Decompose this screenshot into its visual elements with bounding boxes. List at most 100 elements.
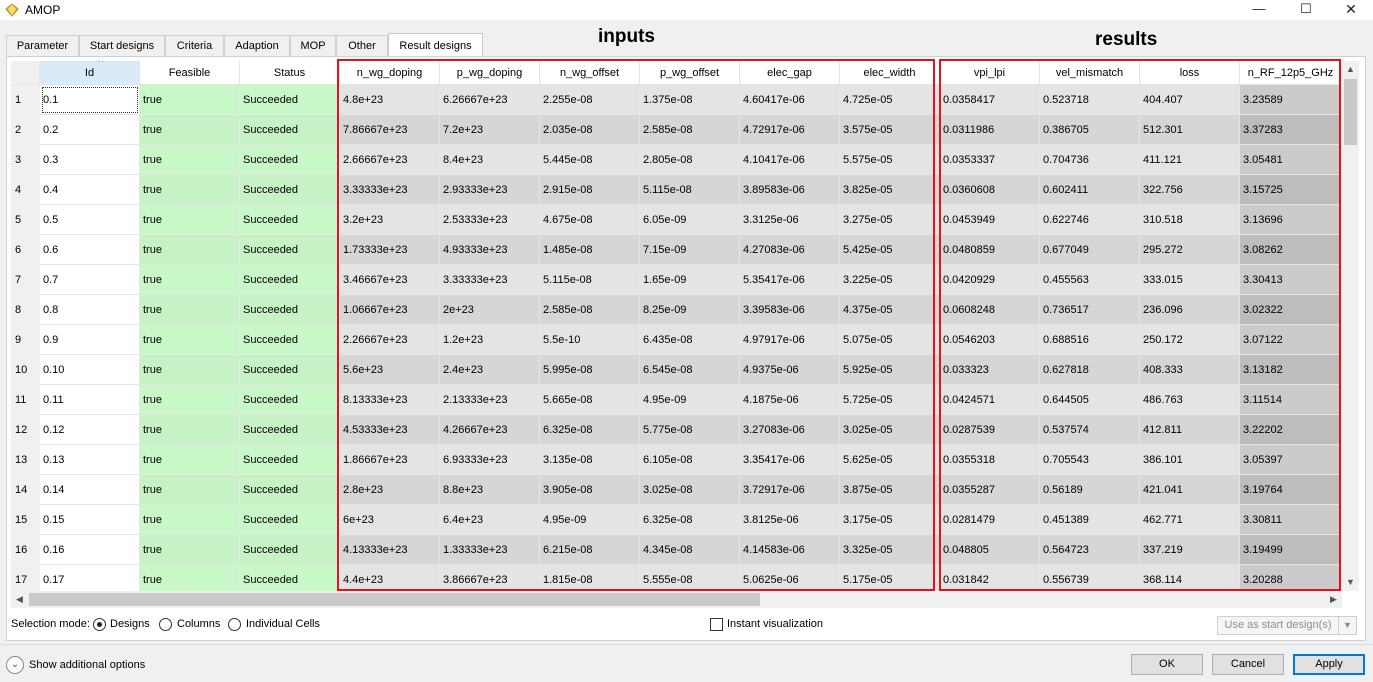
table-cell[interactable]: 0.8: [40, 295, 140, 325]
table-cell[interactable]: 4.345e-08: [640, 535, 740, 565]
table-row[interactable]: 11 0.11 true Succeeded 8.13333e+23 2.13333e+2…: [11, 385, 1342, 415]
table-cell[interactable]: 0.602411: [1040, 175, 1140, 205]
radio-designs[interactable]: [93, 618, 106, 631]
row-number[interactable]: 10: [11, 355, 40, 385]
row-number[interactable]: 2: [11, 115, 40, 145]
tab-result-designs[interactable]: Result designs: [388, 33, 483, 57]
table-cell[interactable]: 3.225e-05: [840, 265, 940, 295]
table-row[interactable]: 3 0.3 true Succeeded 2.66667e+23 8.4e+23 5.445…: [11, 145, 1342, 175]
table-cell[interactable]: true: [140, 115, 240, 145]
table-cell[interactable]: true: [140, 235, 240, 265]
table-cell[interactable]: 5.425e-05: [840, 235, 940, 265]
table-cell[interactable]: 411.121: [1140, 145, 1240, 175]
scroll-up-icon[interactable]: ▲: [1342, 61, 1359, 78]
table-cell[interactable]: 1.375e-08: [640, 85, 740, 115]
show-additional-options-label[interactable]: Show additional options: [29, 659, 145, 671]
table-cell[interactable]: 368.114: [1140, 565, 1240, 591]
row-number[interactable]: 9: [11, 325, 40, 355]
table-cell[interactable]: Succeeded: [240, 475, 340, 505]
radio-individual-cells-label[interactable]: Individual Cells: [246, 618, 320, 631]
table-cell[interactable]: 3.15725: [1240, 175, 1342, 205]
table-cell[interactable]: 2.4e+23: [440, 355, 540, 385]
table-row[interactable]: 1 0.1 true Succeeded 4.8e+23 6.26667e+23 2.255…: [11, 85, 1342, 115]
table-cell[interactable]: 3.025e-08: [640, 475, 740, 505]
row-number[interactable]: 14: [11, 475, 40, 505]
table-cell[interactable]: 412.811: [1140, 415, 1240, 445]
table-cell[interactable]: 5.075e-05: [840, 325, 940, 355]
table-cell[interactable]: Succeeded: [240, 115, 340, 145]
table-cell[interactable]: 0.3: [40, 145, 140, 175]
table-cell[interactable]: 3.19764: [1240, 475, 1342, 505]
instant-visualization-checkbox[interactable]: [710, 618, 723, 631]
use-as-start-design-button[interactable]: Use as start design(s): [1217, 616, 1339, 635]
table-cell[interactable]: 5.925e-05: [840, 355, 940, 385]
table-cell[interactable]: 3.575e-05: [840, 115, 940, 145]
table-cell[interactable]: 3.39583e-06: [740, 295, 840, 325]
table-row[interactable]: 15 0.15 true Succeeded 6e+23 6.4e+23 4.95e-09 6…: [11, 505, 1342, 535]
table-cell[interactable]: 7.2e+23: [440, 115, 540, 145]
table-cell[interactable]: 0.11: [40, 385, 140, 415]
table-row[interactable]: 16 0.16 true Succeeded 4.13333e+23 1.33333e+2…: [11, 535, 1342, 565]
table-cell[interactable]: 5.995e-08: [540, 355, 640, 385]
table-cell[interactable]: 2.13333e+23: [440, 385, 540, 415]
table-cell[interactable]: 2.915e-08: [540, 175, 640, 205]
row-number[interactable]: 4: [11, 175, 40, 205]
table-cell[interactable]: 6.93333e+23: [440, 445, 540, 475]
vertical-scrollbar[interactable]: ▲ ▼: [1342, 61, 1359, 591]
table-cell[interactable]: 0.16: [40, 535, 140, 565]
table-cell[interactable]: 3.08262: [1240, 235, 1342, 265]
minimize-button[interactable]: —: [1236, 0, 1282, 20]
table-row[interactable]: 7 0.7 true Succeeded 3.46667e+23 3.33333e+23 5…: [11, 265, 1342, 295]
table-cell[interactable]: Succeeded: [240, 445, 340, 475]
table-cell[interactable]: 1.815e-08: [540, 565, 640, 591]
table-cell[interactable]: 3.33333e+23: [440, 265, 540, 295]
table-cell[interactable]: 3.22202: [1240, 415, 1342, 445]
table-cell[interactable]: 0.0453949: [940, 205, 1040, 235]
table-cell[interactable]: 0.0360608: [940, 175, 1040, 205]
table-row[interactable]: 13 0.13 true Succeeded 1.86667e+23 6.93333e+2…: [11, 445, 1342, 475]
table-cell[interactable]: 0.0480859: [940, 235, 1040, 265]
table-cell[interactable]: 2.93333e+23: [440, 175, 540, 205]
table-cell[interactable]: 1.2e+23: [440, 325, 540, 355]
table-cell[interactable]: 3.05397: [1240, 445, 1342, 475]
vertical-scroll-thumb[interactable]: [1344, 79, 1357, 145]
row-number[interactable]: 7: [11, 265, 40, 295]
table-cell[interactable]: 0.451389: [1040, 505, 1140, 535]
table-cell[interactable]: 4.9375e-06: [740, 355, 840, 385]
table-cell[interactable]: true: [140, 415, 240, 445]
row-number[interactable]: 17: [11, 565, 40, 591]
table-cell[interactable]: 3.33333e+23: [340, 175, 440, 205]
table-cell[interactable]: Succeeded: [240, 415, 340, 445]
table-cell[interactable]: 4.675e-08: [540, 205, 640, 235]
table-cell[interactable]: 3.37283: [1240, 115, 1342, 145]
table-cell[interactable]: 0.386705: [1040, 115, 1140, 145]
table-row[interactable]: 17 0.17 true Succeeded 4.4e+23 3.86667e+23 1.8…: [11, 565, 1342, 591]
table-cell[interactable]: 8.4e+23: [440, 145, 540, 175]
table-cell[interactable]: 1.485e-08: [540, 235, 640, 265]
table-cell[interactable]: 3.135e-08: [540, 445, 640, 475]
table-cell[interactable]: 0.564723: [1040, 535, 1140, 565]
table-cell[interactable]: 0.736517: [1040, 295, 1140, 325]
table-cell[interactable]: 295.272: [1140, 235, 1240, 265]
table-cell[interactable]: 5.575e-05: [840, 145, 940, 175]
table-cell[interactable]: Succeeded: [240, 265, 340, 295]
table-cell[interactable]: 4.8e+23: [340, 85, 440, 115]
table-cell[interactable]: 4.4e+23: [340, 565, 440, 591]
column-header-id[interactable]: Id: [40, 61, 140, 85]
table-cell[interactable]: 2.585e-08: [540, 295, 640, 325]
table-cell[interactable]: 4.95e-09: [640, 385, 740, 415]
table-row[interactable]: 5 0.5 true Succeeded 3.2e+23 2.53333e+23 4.675…: [11, 205, 1342, 235]
table-cell[interactable]: 333.015: [1140, 265, 1240, 295]
table-cell[interactable]: 1.33333e+23: [440, 535, 540, 565]
table-cell[interactable]: 3.875e-05: [840, 475, 940, 505]
table-cell[interactable]: Succeeded: [240, 355, 340, 385]
table-cell[interactable]: 0.56189: [1040, 475, 1140, 505]
table-cell[interactable]: true: [140, 475, 240, 505]
table-cell[interactable]: 1.86667e+23: [340, 445, 440, 475]
table-cell[interactable]: 0.0355287: [940, 475, 1040, 505]
table-cell[interactable]: 3.23589: [1240, 85, 1342, 115]
table-cell[interactable]: 5.665e-08: [540, 385, 640, 415]
table-cell[interactable]: true: [140, 205, 240, 235]
table-row[interactable]: 6 0.6 true Succeeded 1.73333e+23 4.93333e+23 1…: [11, 235, 1342, 265]
table-cell[interactable]: 2.53333e+23: [440, 205, 540, 235]
